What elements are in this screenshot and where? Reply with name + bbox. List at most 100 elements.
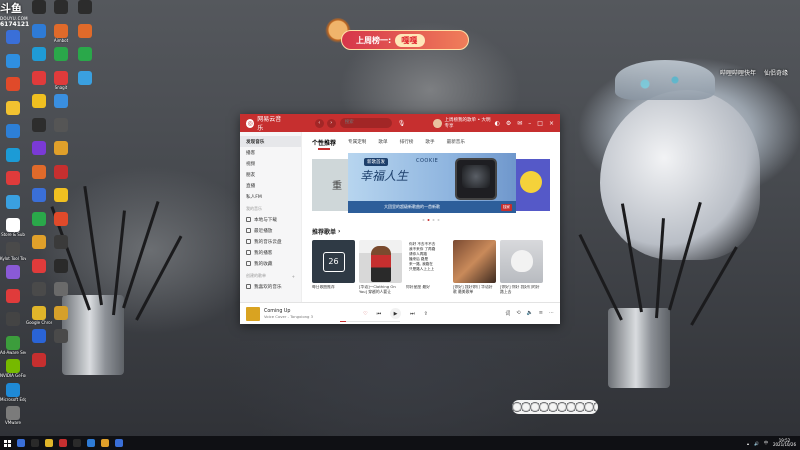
desktop-icon[interactable] (48, 211, 74, 236)
desktop-icon[interactable] (0, 53, 26, 78)
desktop-icon[interactable] (72, 23, 98, 48)
sidebar-item-recent[interactable]: 最近播放 (240, 225, 301, 236)
skin-icon[interactable]: ◐ (495, 120, 500, 127)
desktop-icon[interactable] (48, 258, 74, 283)
avatar[interactable] (433, 118, 442, 128)
network-icon[interactable]: ▴ (747, 441, 749, 446)
taskbar-app-icon[interactable] (101, 439, 109, 447)
playlist-card[interactable]: [华语]一Clothing On You] 穿越的人要让 (359, 240, 402, 294)
sidebar-item-friends[interactable]: 朋友 (240, 169, 301, 180)
close-icon[interactable]: × (549, 120, 554, 127)
play-button[interactable]: ▶ (390, 308, 402, 319)
clock[interactable]: 19:52 2021/10/26 (773, 438, 796, 448)
share-icon[interactable]: ⇪ (424, 311, 428, 317)
desktop-icon[interactable] (48, 141, 74, 165)
next-icon[interactable]: ⏭ (410, 311, 415, 317)
playlist-card[interactable]: [你好] 我好你们 华语好歌 最美歌单 (453, 240, 496, 294)
tab-recommend[interactable]: 个性推荐 (312, 138, 336, 150)
banner-carousel[interactable]: 重 新歌首发 COOKIE 幸福人生 大团里的超级新歌曲的一首新歌 独家 (312, 153, 550, 225)
tab-new-music[interactable]: 最新音乐 (447, 139, 465, 145)
sidebar-item-fm[interactable]: 私人FM (240, 191, 301, 202)
desktop-icon[interactable] (48, 47, 74, 71)
sidebar-item-video[interactable]: 视频 (240, 158, 301, 169)
tab-playlists[interactable]: 歌单 (378, 139, 387, 145)
desktop-icon[interactable]: Store & Sub (0, 218, 26, 242)
desktop-icon[interactable]: VMware (0, 406, 26, 430)
desktop-icon[interactable] (72, 0, 98, 24)
windows-start-icon[interactable] (4, 439, 11, 447)
taskbar-app-icon[interactable] (59, 439, 67, 447)
banner-next[interactable] (516, 159, 550, 211)
volume-tray-icon[interactable]: 🔊 (754, 441, 759, 446)
desktop-icon[interactable] (48, 329, 74, 353)
desktop-icon[interactable] (0, 171, 26, 195)
playlist-card[interactable]: 你好 不去不不去 我不来你 了再路 请你人再路 播来后 路是 来一路, 我路在 … (406, 240, 449, 294)
taskbar-app-icon[interactable] (45, 439, 53, 447)
desktop-icon[interactable]: Aimbot (48, 23, 74, 48)
desktop-icon[interactable] (48, 117, 74, 142)
microphone-icon[interactable]: 🎙 (398, 120, 406, 127)
desktop-icon[interactable] (48, 164, 74, 189)
forward-icon[interactable]: › (326, 118, 336, 128)
taskbar-app-icon[interactable] (17, 439, 25, 447)
more-icon[interactable]: ⋯ (549, 310, 554, 317)
mail-icon[interactable]: ✉ (517, 120, 522, 127)
previous-icon[interactable]: ⏮ (377, 311, 382, 317)
settings-icon[interactable]: ⚙ (506, 120, 511, 127)
desktop-icon[interactable]: Snagit (48, 70, 74, 95)
desktop-icon[interactable]: Microsoft Edge (0, 382, 26, 407)
volume-icon[interactable]: 🔈 (527, 310, 533, 317)
section-title[interactable]: 推荐歌单 › (312, 227, 550, 236)
taskbar-app-icon[interactable] (87, 439, 95, 447)
heart-icon[interactable]: ♡ (363, 311, 367, 317)
loop-icon[interactable]: ⟲ (516, 310, 520, 317)
desktop-icon[interactable] (48, 94, 74, 118)
taskbar-app-icon[interactable] (31, 439, 39, 447)
ime-icon[interactable]: 中 (764, 440, 768, 446)
playlist-card[interactable]: [你好] 你好 我好们的好 路上去 (500, 240, 543, 294)
desktop-icon[interactable] (0, 100, 26, 125)
taskbar-app-icon[interactable] (73, 439, 81, 447)
desktop-icon[interactable] (0, 265, 26, 289)
desktop-icon[interactable] (48, 235, 74, 259)
album-art[interactable] (246, 306, 260, 321)
add-playlist-icon[interactable]: + (292, 274, 295, 279)
desktop-icon[interactable] (0, 147, 26, 172)
song-artist[interactable]: Voice Cover - Tongxiong 3 (264, 314, 313, 319)
sidebar-item-my-podcast[interactable]: 我的播客 (240, 247, 301, 258)
desktop-icon[interactable] (72, 47, 98, 71)
desktop-icon[interactable] (0, 77, 26, 101)
taskbar-app-icon[interactable] (115, 439, 123, 447)
progress-bar[interactable] (340, 321, 400, 322)
back-icon[interactable]: ‹ (314, 118, 324, 128)
tab-artists[interactable]: 歌手 (425, 139, 434, 145)
desktop-icon[interactable] (48, 0, 74, 24)
sidebar-item-liked[interactable]: 我喜欢的音乐 (240, 281, 301, 292)
maximize-icon[interactable]: □ (537, 120, 543, 127)
sidebar-item-cloud[interactable]: 我的音乐云盘 (240, 236, 301, 247)
desktop-icon[interactable] (72, 70, 98, 95)
playlist-icon[interactable]: ≡ (539, 310, 543, 317)
desktop-icon[interactable] (0, 288, 26, 313)
sidebar-item-local[interactable]: 本地与下载 (240, 214, 301, 225)
desktop-icon[interactable] (26, 352, 52, 377)
desktop-icon[interactable] (0, 312, 26, 336)
sidebar-item-favorites[interactable]: 我的收藏 (240, 258, 301, 269)
playlist-card[interactable]: 26 每日歌曲推荐 (312, 240, 355, 294)
desktop-icon[interactable] (0, 124, 26, 148)
sidebar-item-discover[interactable]: 发现音乐 (240, 136, 301, 147)
user-name[interactable]: 上周榜我的歌单 • 大明专享 (445, 117, 495, 129)
desktop-icon[interactable]: Kylot Tool Tower (0, 241, 26, 266)
sidebar-item-podcast[interactable]: 播客 (240, 147, 301, 158)
search-input[interactable] (339, 118, 392, 128)
minimize-icon[interactable]: – (528, 120, 531, 127)
desktop-icon[interactable]: NVIDIA GeForce (0, 359, 26, 383)
tab-charts[interactable]: 排行榜 (400, 139, 414, 145)
desktop-icon[interactable]: Ad-Aware Security (0, 335, 26, 360)
desktop-icon[interactable] (0, 30, 26, 54)
lyrics-icon[interactable]: 词 (505, 310, 510, 317)
banner-current[interactable]: 新歌首发 COOKIE 幸福人生 大团里的超级新歌曲的一首新歌 独家 (348, 153, 516, 213)
tab-custom[interactable]: 专属定制 (348, 139, 366, 145)
desktop-icon[interactable] (0, 194, 26, 219)
desktop-icon[interactable] (48, 282, 74, 306)
